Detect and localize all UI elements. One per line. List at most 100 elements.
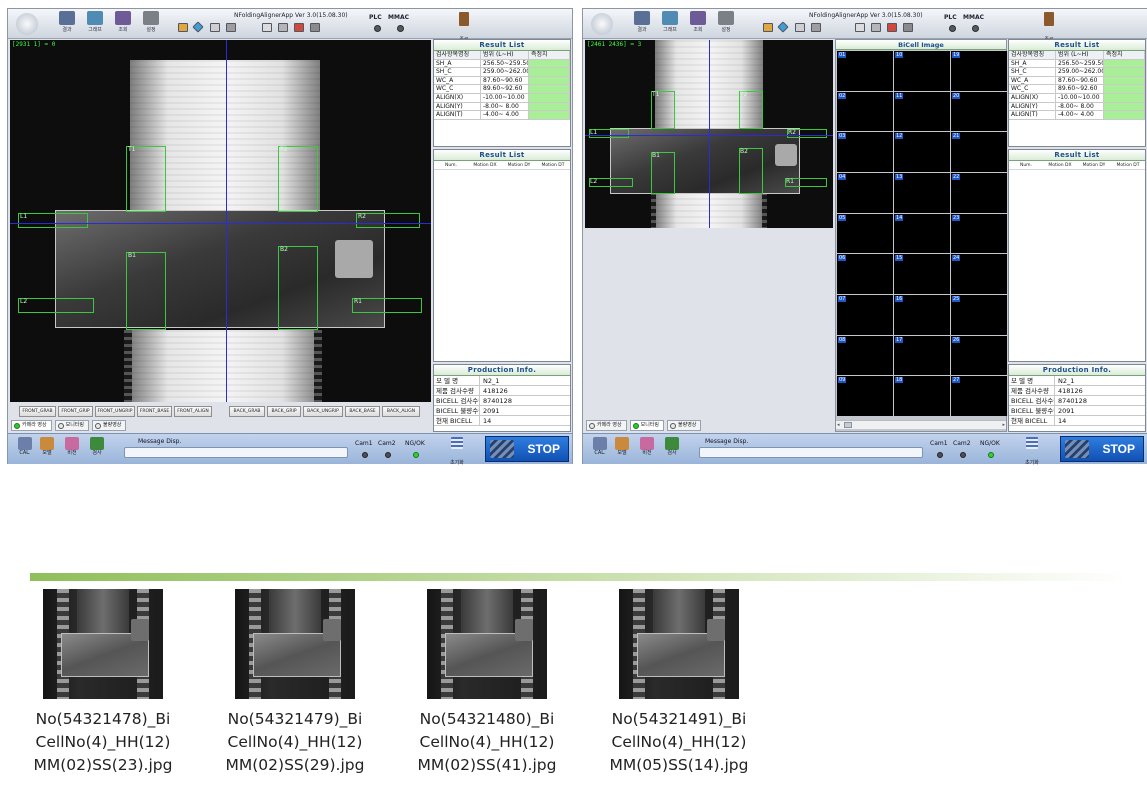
stop-button[interactable]: STOP bbox=[1060, 436, 1144, 462]
bicell-cell[interactable]: 20 bbox=[951, 91, 1007, 132]
tab-monitoring[interactable]: 모니터링 bbox=[54, 420, 89, 431]
result-row[interactable]: WC_A 87.60~90.60 bbox=[434, 76, 570, 86]
tab-monitoring[interactable]: 모니터링 bbox=[629, 420, 664, 431]
tab-camera[interactable]: 카메라 영상 bbox=[11, 420, 52, 431]
file-thumbnail[interactable] bbox=[235, 589, 355, 699]
result-button[interactable]: 결과 bbox=[54, 11, 80, 38]
copy-icon[interactable] bbox=[855, 23, 865, 32]
roi-b1[interactable] bbox=[126, 252, 166, 330]
roi-l2[interactable] bbox=[18, 298, 94, 313]
file-item[interactable]: No(54321491)_BiCellNo(4)_HH(12)MM(05)SS(… bbox=[604, 589, 754, 777]
tab-camera[interactable]: 카메라 영상 bbox=[586, 420, 627, 431]
camera-view[interactable]: [2461 2436] = 3 T1 T2 L1 R2 B1 B2 L2 R1 bbox=[585, 40, 833, 228]
reset-button[interactable]: 초기화 bbox=[445, 437, 469, 468]
front-align-button[interactable]: FRONT_ALIGN bbox=[174, 406, 212, 417]
back-base-button[interactable]: BACK_BASE bbox=[345, 406, 380, 417]
copy-icon[interactable] bbox=[262, 23, 272, 32]
scroll-thumb[interactable] bbox=[844, 422, 852, 428]
file-thumbnail[interactable] bbox=[43, 589, 163, 699]
bicell-cell[interactable]: 08 bbox=[837, 335, 893, 376]
roi-r1[interactable] bbox=[352, 298, 422, 313]
vision-button[interactable]: 비전 bbox=[638, 437, 656, 457]
save-icon[interactable] bbox=[871, 23, 881, 32]
tab-defect[interactable]: 불량영상 bbox=[92, 420, 127, 431]
bicell-cell[interactable]: 17 bbox=[894, 335, 950, 376]
horizontal-scrollbar[interactable]: ◂ ▸ bbox=[836, 420, 1006, 429]
bicell-cell[interactable]: 27 bbox=[951, 376, 1007, 416]
result-row[interactable]: ALIGN(T) -4.00~ 4.00 bbox=[434, 111, 570, 120]
result-row[interactable]: SH_A 256.50~259.50 bbox=[434, 59, 570, 69]
folder-icon[interactable] bbox=[178, 23, 188, 32]
file-item[interactable]: No(54321480)_BiCellNo(4)_HH(12)MM(02)SS(… bbox=[412, 589, 562, 777]
result-row[interactable]: ALIGN(X) -10.00~10.00 bbox=[1009, 93, 1145, 103]
result-row[interactable]: SH_C 259.00~262.00 bbox=[1009, 68, 1145, 77]
file-thumbnail[interactable] bbox=[619, 589, 739, 699]
file-item[interactable]: No(54321478)_BiCellNo(4)_HH(12)MM(02)SS(… bbox=[28, 589, 178, 777]
camera-icon[interactable] bbox=[210, 23, 220, 32]
result-row[interactable]: WC_A 87.60~90.60 bbox=[1009, 76, 1145, 86]
diamond-icon[interactable] bbox=[192, 21, 204, 33]
bicell-cell[interactable]: 10 bbox=[894, 51, 950, 91]
bicell-cell[interactable]: 07 bbox=[837, 295, 893, 335]
bicell-cell[interactable]: 03 bbox=[837, 132, 893, 172]
cal-button[interactable]: CAL. bbox=[591, 437, 609, 457]
settings-button[interactable]: 설정 bbox=[138, 11, 164, 38]
front-ungrip-button[interactable]: FRONT_UNGRIP bbox=[95, 406, 135, 417]
bicell-cell[interactable]: 11 bbox=[894, 91, 950, 132]
back-align-button[interactable]: BACK_ALIGN bbox=[382, 406, 420, 417]
bicell-cell[interactable]: 14 bbox=[894, 213, 950, 254]
bicell-cell[interactable]: 13 bbox=[894, 173, 950, 213]
front-grab-button[interactable]: FRONT_GRAB bbox=[19, 406, 56, 417]
bicell-cell[interactable]: 18 bbox=[894, 376, 950, 416]
bicell-cell[interactable]: 15 bbox=[894, 254, 950, 294]
bicell-cell[interactable]: 06 bbox=[837, 254, 893, 294]
bicell-cell[interactable]: 02 bbox=[837, 91, 893, 132]
bicell-cell[interactable]: 01 bbox=[837, 51, 893, 91]
bicell-cell[interactable]: 24 bbox=[951, 254, 1007, 294]
model-button[interactable]: 모델 bbox=[613, 437, 631, 457]
result-row[interactable]: SH_C 259.00~262.00 bbox=[434, 68, 570, 77]
roi-t1[interactable] bbox=[126, 146, 166, 212]
camera-view[interactable]: [2931 1] = 0 T1 T2 L1 R2 B1 B2 L2 R1 bbox=[10, 40, 431, 402]
back-ungrip-button[interactable]: BACK_UNGRIP bbox=[303, 406, 343, 417]
diamond-icon[interactable] bbox=[777, 21, 789, 33]
back-grab-button[interactable]: BACK_GRAB bbox=[229, 406, 265, 417]
bicell-cell[interactable]: 09 bbox=[837, 376, 893, 416]
scroll-right-icon[interactable]: ▸ bbox=[1002, 421, 1005, 429]
camera2-icon[interactable] bbox=[811, 23, 821, 32]
result-row[interactable]: WC_C 89.60~92.60 bbox=[434, 85, 570, 94]
result-row[interactable]: ALIGN(Y) -8.00~ 8.00 bbox=[434, 102, 570, 112]
graph-button[interactable]: 그래프 bbox=[82, 11, 108, 38]
front-grip-button[interactable]: FRONT_GRIP bbox=[58, 406, 93, 417]
result-row[interactable]: ALIGN(X) -10.00~10.00 bbox=[434, 93, 570, 103]
vision-button[interactable]: 비전 bbox=[63, 437, 81, 457]
graph-button[interactable]: 그래프 bbox=[657, 11, 683, 38]
file-item[interactable]: No(54321479)_BiCellNo(4)_HH(12)MM(02)SS(… bbox=[220, 589, 370, 777]
result-row[interactable]: ALIGN(Y) -8.00~ 8.00 bbox=[1009, 102, 1145, 112]
model-button[interactable]: 모델 bbox=[38, 437, 56, 457]
bicell-cell[interactable]: 21 bbox=[951, 132, 1007, 172]
stop-button[interactable]: STOP bbox=[485, 436, 569, 462]
bicell-cell[interactable]: 22 bbox=[951, 173, 1007, 213]
bicell-cell[interactable]: 19 bbox=[951, 51, 1007, 91]
bicell-cell[interactable]: 16 bbox=[894, 295, 950, 335]
search-button[interactable]: 조회 bbox=[110, 11, 136, 38]
reset-button[interactable]: 초기화 bbox=[1020, 437, 1044, 468]
front-base-button[interactable]: FRONT_BASE bbox=[137, 406, 172, 417]
inspect-button[interactable]: 검사 bbox=[88, 437, 106, 457]
cal-button[interactable]: CAL. bbox=[16, 437, 34, 457]
screen-icon[interactable] bbox=[310, 23, 320, 32]
save-icon[interactable] bbox=[278, 23, 288, 32]
result-button[interactable]: 결과 bbox=[629, 11, 655, 38]
roi-t2[interactable] bbox=[278, 146, 318, 212]
tab-defect[interactable]: 불량영상 bbox=[667, 420, 702, 431]
back-grip-button[interactable]: BACK_GRIP bbox=[267, 406, 301, 417]
result-row[interactable]: ALIGN(T) -4.00~ 4.00 bbox=[1009, 111, 1145, 120]
inspect-button[interactable]: 검사 bbox=[663, 437, 681, 457]
camera2-icon[interactable] bbox=[226, 23, 236, 32]
bicell-cell[interactable]: 25 bbox=[951, 295, 1007, 335]
result-row[interactable]: SH_A 256.50~259.50 bbox=[1009, 59, 1145, 69]
result-row[interactable]: WC_C 89.60~92.60 bbox=[1009, 85, 1145, 94]
stop-record-icon[interactable] bbox=[887, 23, 897, 32]
bicell-cell[interactable]: 12 bbox=[894, 132, 950, 172]
